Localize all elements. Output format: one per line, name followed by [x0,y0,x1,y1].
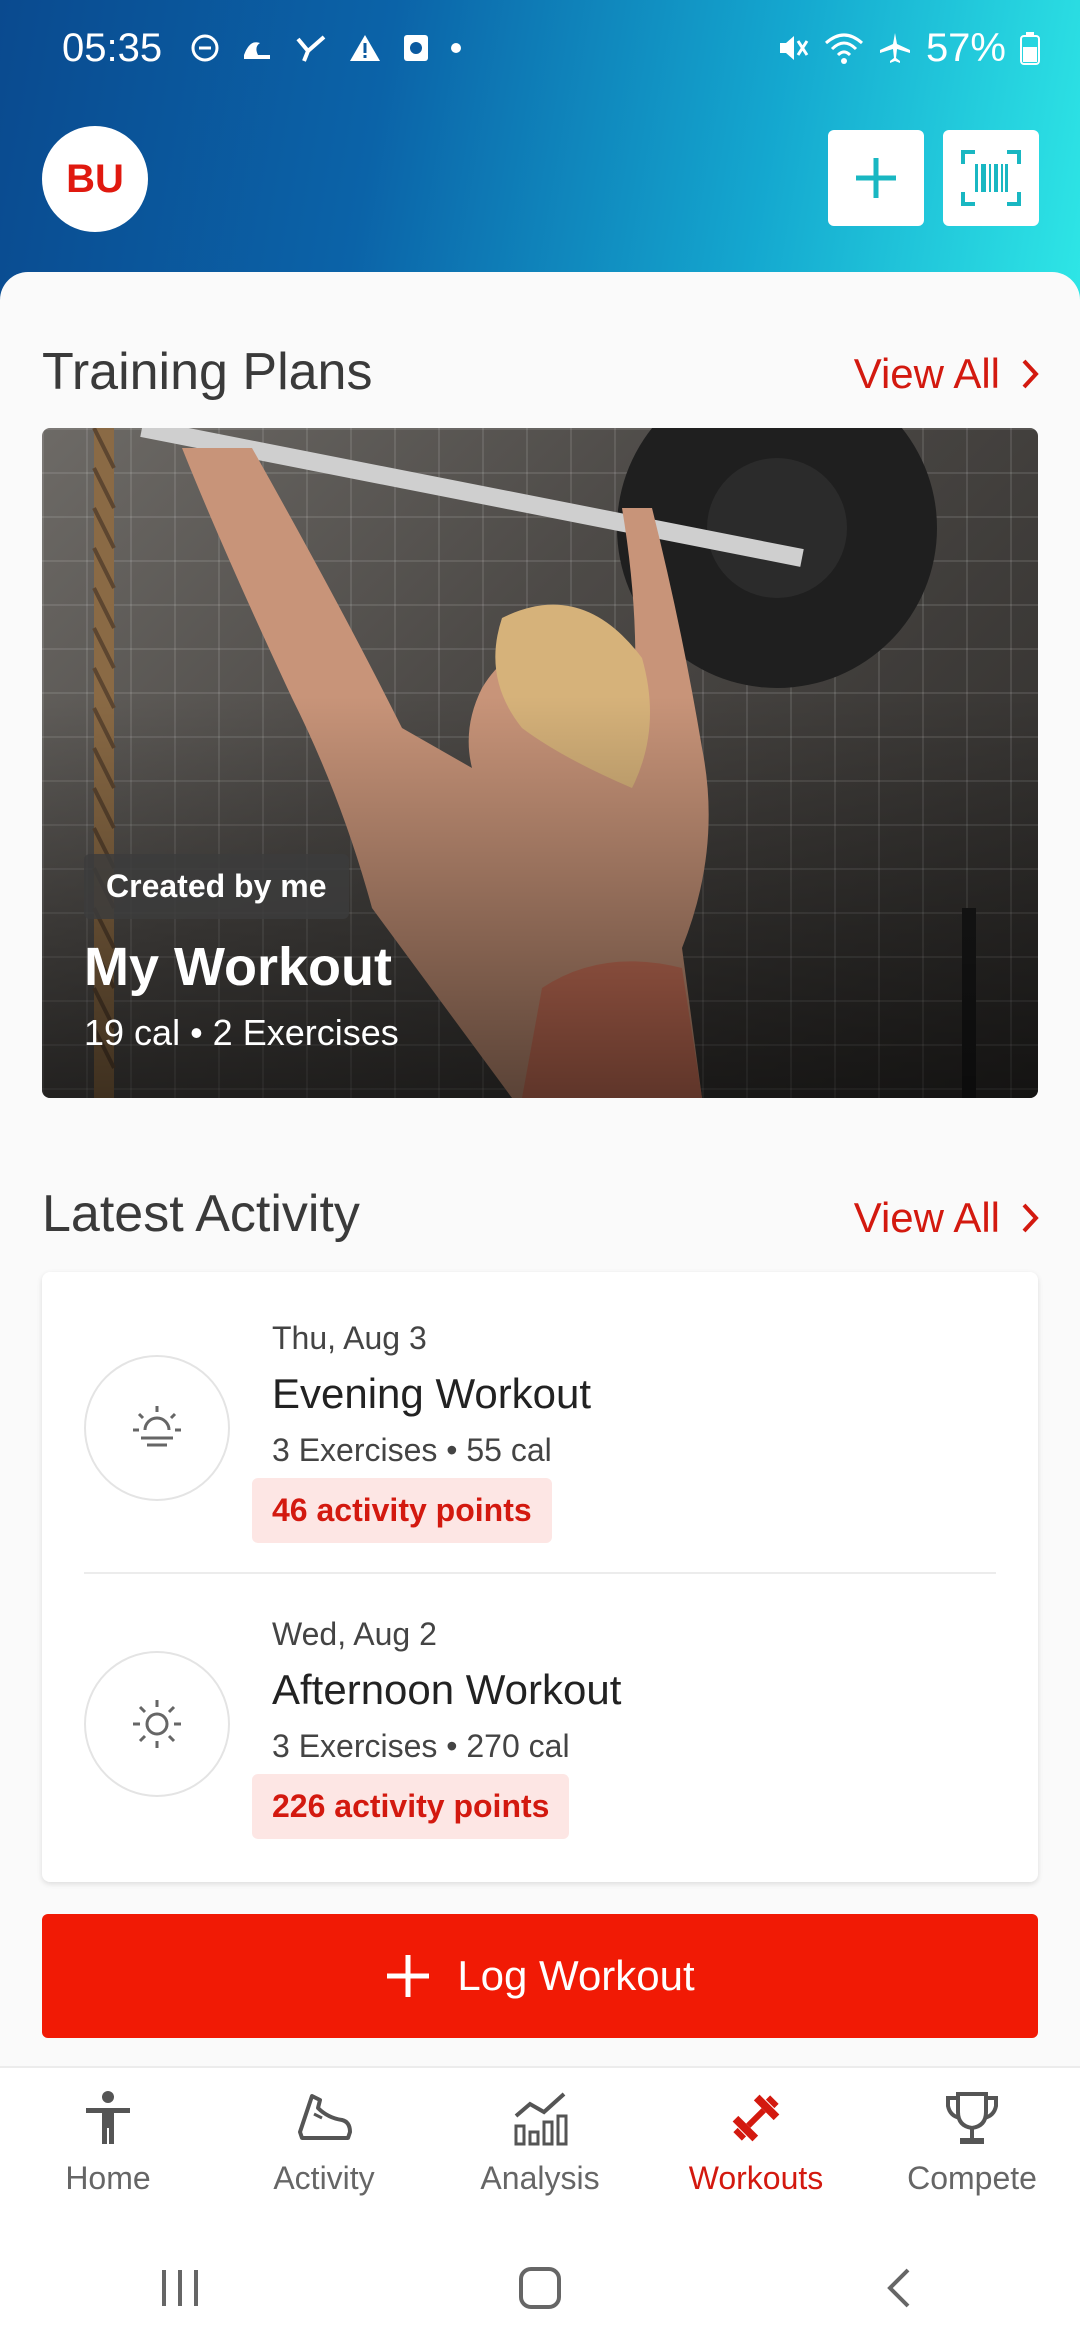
latest-activity-title: Latest Activity [42,1185,360,1243]
activity-icon-circle [84,1355,230,1501]
activity-item[interactable]: Wed, Aug 2 Afternoon Workout 3 Exercises… [42,1572,1038,1862]
warning-icon [350,35,381,61]
plan-meta: 19 cal • 2 Exercises [84,1012,399,1053]
activity-meta: 3 Exercises • 55 cal [272,1432,552,1468]
bottom-nav: Home Activity Analysis Workouts Compete [0,2066,1080,2236]
activity-name: Evening Workout [272,1370,592,1417]
activity-meta: 3 Exercises • 270 cal [272,1728,570,1764]
status-bar: 05:35 57% [62,18,1040,78]
plus-icon [856,158,896,198]
barcode-scan-icon [961,150,1021,206]
battery-percent: 57% [925,25,1006,70]
nav-label: Home [65,2160,151,2196]
status-time: 05:35 [62,25,163,70]
shoe-icon [298,2094,352,2140]
chevron-right-icon [1022,359,1039,389]
recent-apps-icon[interactable] [158,2266,202,2310]
nav-item-activity[interactable]: Activity [216,2068,432,2236]
add-button[interactable] [828,130,924,226]
activity-points-badge: 226 activity points [252,1774,570,1839]
airplane-icon [879,33,910,63]
latest-activity-view-all[interactable]: View All [854,1194,1040,1242]
nav-item-compete[interactable]: Compete [864,2068,1080,2236]
dumbbell-icon [732,2094,780,2142]
nav-item-analysis[interactable]: Analysis [432,2068,648,2236]
back-icon[interactable] [878,2266,922,2310]
nav-label: Compete [907,2160,1037,2196]
activity-date: Thu, Aug 3 [272,1320,427,1356]
training-plan-card[interactable]: Created by me My Workout 19 cal • 2 Exer… [42,428,1038,1098]
plus-icon [387,1955,430,1997]
created-by-me-badge: Created by me [84,854,349,919]
battery-icon [1020,32,1040,65]
training-plans-view-all[interactable]: View All [854,350,1040,398]
latest-activity-card: Thu, Aug 3 Evening Workout 3 Exercises •… [42,1272,1038,1882]
barcode-scan-button[interactable] [943,130,1039,226]
sleep-icon [244,42,271,59]
status-system-icons: 57% [776,26,1040,71]
nav-label: Activity [273,2160,375,2196]
activity-name: Afternoon Workout [272,1666,622,1713]
home-icon[interactable] [518,2266,562,2310]
activity-date: Wed, Aug 2 [272,1616,437,1652]
nav-label: Workouts [688,2160,824,2196]
activity-points-badge: 46 activity points [252,1478,552,1543]
view-all-label: View All [853,1194,1000,1241]
chevron-right-icon [1022,1203,1039,1233]
app-notification-icon [404,35,429,61]
status-notification-icons [190,33,462,63]
training-plans-title: Training Plans [42,343,373,401]
app-header: 05:35 57% BU [0,0,1080,300]
log-workout-label: Log Workout [457,1952,695,1999]
dnd-icon [191,34,219,62]
avatar[interactable]: BU [42,126,148,232]
view-all-label: View All [853,350,1000,397]
activity-item[interactable]: Thu, Aug 3 Evening Workout 3 Exercises •… [42,1272,1038,1562]
sunset-icon [133,1406,181,1447]
avatar-initials: BU [66,156,124,201]
chart-icon [514,2092,568,2146]
wifi-icon [824,33,863,64]
system-nav-bar [0,2236,1080,2340]
person-icon [86,2091,130,2144]
ymca-icon [296,35,326,62]
nav-item-workouts[interactable]: Workouts [648,2068,864,2236]
activity-icon-circle [84,1651,230,1797]
nav-label: Analysis [480,2160,600,2196]
mute-icon [779,36,809,60]
nav-item-home[interactable]: Home [0,2068,216,2236]
trophy-icon [946,2092,998,2144]
log-workout-button[interactable]: Log Workout [42,1914,1038,2038]
more-dot-icon [451,43,462,53]
plan-name: My Workout [84,937,392,997]
sun-icon [133,1700,181,1748]
